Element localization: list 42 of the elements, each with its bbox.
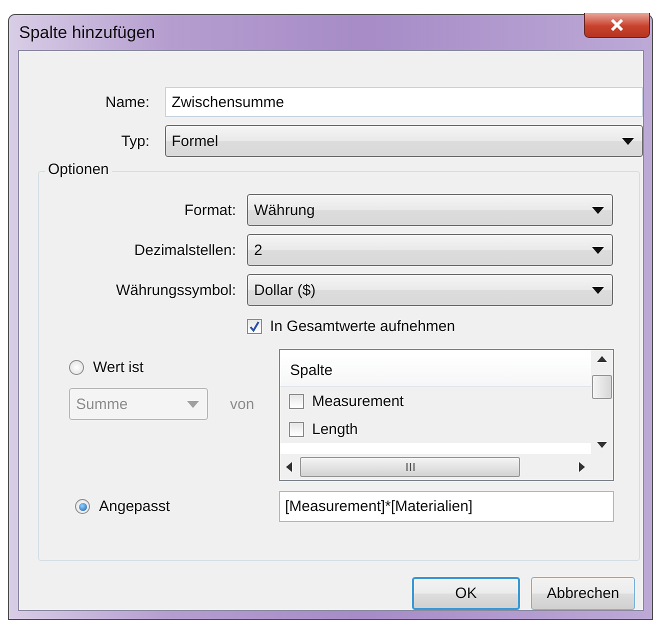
list-item[interactable]: Length [312,420,358,438]
radio-label: Wert ist [93,359,144,376]
caret-icon [622,138,634,144]
ok-button[interactable]: OK [412,577,520,610]
caret-icon [592,246,604,254]
cancel-button[interactable]: Abbrechen [531,577,635,610]
caret-icon [187,400,199,408]
horizontal-scrollbar[interactable] [280,454,591,480]
right-arrow-icon [579,462,585,472]
formula-field[interactable]: [Measurement]*[Materialien] [279,491,614,522]
window-title: Spalte hinzufügen [19,23,156,43]
checkbox[interactable] [247,319,262,334]
grip-icon [406,463,414,471]
checkbox[interactable] [289,394,304,408]
radio-button[interactable] [75,499,90,514]
list-item[interactable]: Measurement [312,392,404,410]
scroll-thumb[interactable] [300,457,520,477]
radio-button[interactable] [69,360,84,375]
caret-icon [592,286,604,294]
scroll-thumb[interactable] [592,375,612,399]
type-dropdown[interactable]: Formel [164,125,643,157]
of-label: von [230,396,254,412]
radio-label: Angepasst [99,498,170,515]
name-field[interactable]: Zwischensumme [164,87,643,117]
option-dropdown[interactable]: Währung [247,194,613,226]
checkbox-label: In Gesamtwerte aufnehmen [270,318,456,335]
field-label: Währungssymbol: [114,282,236,298]
field-label: Typ: [120,132,150,150]
option-dropdown[interactable]: 2 [247,234,613,266]
option-dropdown[interactable]: Dollar ($) [247,274,613,306]
field-label: Dezimalstellen: [133,242,236,258]
group-title: Optionen [45,161,112,178]
vertical-scrollbar[interactable] [591,350,613,480]
field-label: Name: [104,94,150,110]
close-icon [610,19,624,31]
caret-icon [592,206,604,214]
left-arrow-icon [286,462,292,472]
down-arrow-icon [597,442,607,448]
field-label: Format: [183,202,236,218]
up-arrow-icon [597,356,607,362]
close-button[interactable] [584,13,650,38]
checkbox[interactable] [289,422,304,436]
